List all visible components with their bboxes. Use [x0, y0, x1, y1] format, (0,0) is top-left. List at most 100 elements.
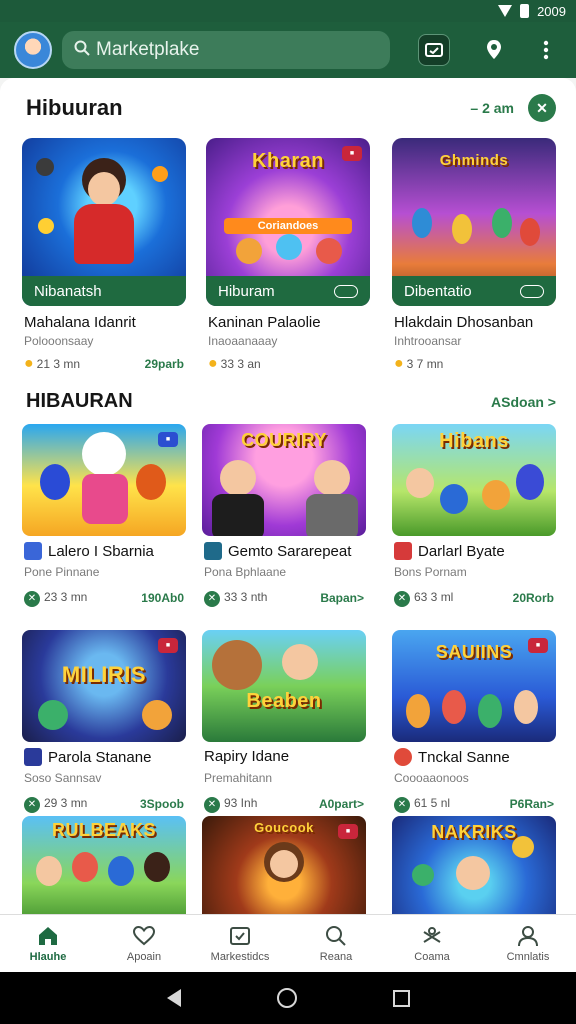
game-meta: ● 3 7 mn [394, 355, 554, 373]
section-link[interactable]: – 2 am ✕ [470, 94, 556, 122]
location-pin-icon [487, 40, 501, 59]
system-nav-bar [0, 972, 576, 1024]
nav-marketplace[interactable]: Markestidcs [192, 915, 288, 972]
game-title: Lalero I Sbarnia [48, 542, 154, 560]
download-icon: ✕ [394, 590, 410, 607]
gamepad-icon [520, 284, 544, 298]
game-subtitle: Coooaaonoos [394, 771, 469, 785]
game-thumbnail: Beaben [202, 630, 366, 742]
nav-label: Coama [414, 950, 450, 963]
game-thumbnail: NAKRIKS [392, 816, 556, 914]
home-circle-icon[interactable] [276, 988, 297, 1008]
game-subtitle: Bons Pornam [394, 565, 467, 579]
game-thumbnail: RULBEAKS [22, 816, 186, 914]
nav-label: Markestidcs [210, 950, 270, 963]
game-title: Tnckal Sanne [418, 748, 510, 766]
game-thumbnail: Nibanatsh [22, 138, 186, 306]
profile-icon [516, 925, 540, 947]
content-scroll[interactable]: Hibuuran – 2 am ✕ Nibanatsh Mahalana Ida… [0, 78, 576, 914]
game-price: 190Ab0 [141, 591, 184, 606]
game-thumbnail: ■ [22, 424, 186, 536]
close-icon[interactable]: ✕ [528, 94, 556, 122]
section-header: HIBAURAN ASdoan > [26, 390, 556, 413]
section-link[interactable]: ASdoan > [491, 394, 556, 410]
nav-label: Reana [319, 950, 353, 963]
game-logo-text: COURIRY [241, 430, 327, 450]
game-thumbnail: Kharan Coriandoes ■ Hiburam [206, 138, 370, 306]
nav-label: Hlauhe [29, 950, 67, 963]
tile-title-row: Rapiry Idane [204, 748, 289, 765]
more-vert-icon [543, 40, 549, 60]
game-rating: 21 3 mn [36, 357, 81, 371]
status-bar: 2009 [0, 0, 576, 22]
game-title: Parola Stanane [48, 748, 152, 766]
avatar[interactable] [14, 31, 52, 69]
game-meta: ● 21 3 mn 29parb [24, 355, 184, 373]
game-price: 29parb [144, 357, 184, 371]
game-meta: ✕ 93 Inh A0part> [204, 796, 364, 813]
game-meta: ✕ 61 5 nl P6Ran> [394, 796, 554, 813]
app-icon [394, 748, 412, 766]
nav-favorites[interactable]: Apoain [96, 915, 192, 972]
game-thumbnail: Goucook ■ [202, 816, 366, 914]
wallet-icon [425, 43, 443, 57]
search-bar[interactable] [62, 31, 390, 69]
app-icon [24, 748, 42, 766]
game-title: Kaninan Palaolie [208, 314, 321, 331]
game-title: Darlarl Byate [418, 542, 505, 560]
new-badge: ■ [338, 824, 358, 839]
game-logo-text: Hibans [439, 430, 509, 452]
game-logo-text: Ghminds [439, 152, 509, 169]
game-thumbnail: Ghminds Dibentatio [392, 138, 556, 306]
bottom-nav: Hlauhe Apoain Markestidcs Reana Coama Cm… [0, 914, 576, 972]
location-button[interactable] [478, 34, 510, 66]
game-thumbnail: SAUIINS ■ [392, 630, 556, 742]
wallet-icon [228, 925, 252, 947]
game-meta: ✕ 23 3 mn 190Ab0 [24, 590, 184, 607]
section-header: Hibuuran – 2 am ✕ [26, 94, 556, 122]
search-input[interactable] [96, 39, 316, 61]
card-banner-label: Dibentatio [404, 282, 472, 300]
game-rating: 33 3 an [220, 357, 261, 371]
section-title: HIBAURAN [26, 390, 133, 412]
tile-title-row: Parola Stanane [24, 748, 151, 766]
back-icon[interactable] [166, 989, 181, 1007]
game-thumbnail: COURIRY [202, 424, 366, 536]
game-rating: 3 7 mn [406, 357, 444, 371]
game-logo-text: SAUIINS [435, 642, 513, 662]
wallet-button[interactable] [418, 34, 450, 66]
search-icon [74, 40, 90, 61]
tile-title-row: Tnckal Sanne [394, 748, 510, 766]
new-badge: ■ [158, 432, 178, 447]
game-logo-text: Beaben [246, 690, 322, 712]
home-icon [36, 925, 60, 947]
new-badge: ■ [528, 638, 548, 653]
app-icon [394, 542, 412, 560]
game-title: Mahalana Idanrit [24, 314, 136, 331]
nav-profile[interactable]: Cmnlatis [480, 915, 576, 972]
game-subtitle: Polooonsaay [24, 334, 94, 348]
nav-search[interactable]: Reana [288, 915, 384, 972]
gamepad-icon [334, 284, 358, 298]
nav-label: Cmnlatis [506, 950, 550, 963]
game-subtitle: Inhtrooansar [394, 334, 462, 348]
nav-home[interactable]: Hlauhe [0, 915, 96, 972]
card-banner: Nibanatsh [22, 276, 186, 306]
battery-icon [520, 4, 530, 18]
recents-icon[interactable] [392, 989, 410, 1007]
status-time: 2009 [537, 3, 566, 19]
tile-title-row: Gemto Sararepeat [204, 542, 351, 560]
game-logo-text: Kharan [252, 150, 324, 172]
tile-title-row: Lalero I Sbarnia [24, 542, 154, 560]
game-meta: ● 33 3 an [208, 355, 368, 373]
nav-games[interactable]: Coama [384, 915, 480, 972]
download-icon: ✕ [204, 796, 220, 813]
game-price: 20Rorb [512, 591, 554, 606]
game-thumbnail: Hibans [392, 424, 556, 536]
star-icon: ● [24, 355, 34, 372]
game-price: P6Ran> [509, 797, 554, 812]
game-thumbnail: MILIRIS ■ [22, 630, 186, 742]
more-options-button[interactable] [530, 34, 562, 66]
game-meta: ✕ 33 3 nth Bapan> [204, 590, 364, 607]
game-title: Rapiry Idane [204, 748, 290, 765]
